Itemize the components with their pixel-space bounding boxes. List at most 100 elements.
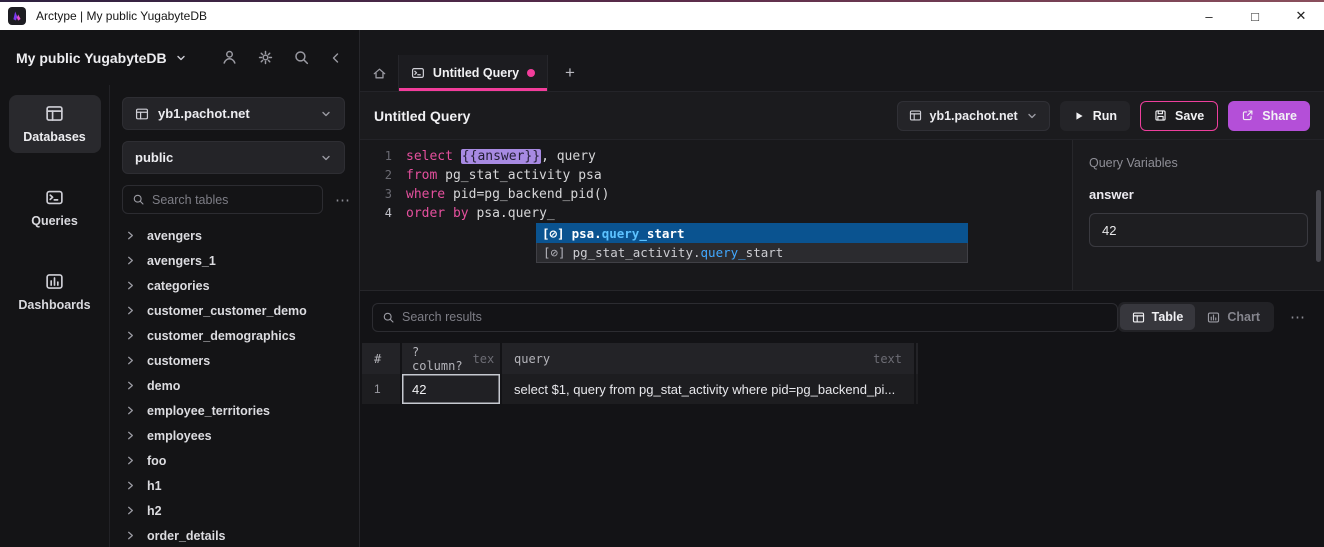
sql-editor[interactable]: 1 select {{answer}}, query 2 from pg_sta… xyxy=(360,140,1072,290)
table-list-item[interactable]: foo xyxy=(122,448,345,473)
table-list-item[interactable]: avengers xyxy=(122,223,345,248)
column-name: query xyxy=(514,352,550,366)
tables-more-button[interactable]: ⋯ xyxy=(333,191,353,209)
row-number-header[interactable]: # xyxy=(362,343,402,374)
line-code: select {{answer}}, query xyxy=(406,147,596,166)
table-list-item[interactable]: customers xyxy=(122,348,345,373)
chevron-right-icon xyxy=(125,455,136,466)
table-name: avengers xyxy=(147,229,202,243)
databases-icon xyxy=(45,104,64,123)
table-list-item[interactable]: categories xyxy=(122,273,345,298)
workspace-name[interactable]: My public YugabyteDB xyxy=(16,50,167,66)
table-name: order_details xyxy=(147,529,226,543)
table-list-item[interactable]: h1 xyxy=(122,473,345,498)
maximize-button[interactable]: □ xyxy=(1232,2,1278,30)
main-section: Untitled Query + Untitled Query yb1.pach… xyxy=(360,30,1324,547)
chevron-right-icon xyxy=(125,405,136,416)
queries-icon xyxy=(45,188,64,207)
minimize-button[interactable]: – xyxy=(1186,2,1232,30)
chevron-right-icon xyxy=(125,280,136,291)
table-list-item[interactable]: h2 xyxy=(122,498,345,523)
chevron-right-icon xyxy=(125,430,136,441)
query-server-select[interactable]: yb1.pachot.net xyxy=(897,101,1050,131)
variable-value-input[interactable] xyxy=(1089,213,1308,247)
arctype-logo-icon xyxy=(8,7,26,25)
editor-line[interactable]: 3 where pid=pg_backend_pid() xyxy=(360,185,1072,204)
search-icon xyxy=(382,311,395,324)
left-body: Databases Queries Dashboards yb1.pachot. xyxy=(0,85,359,547)
row-number: 1 xyxy=(362,374,402,404)
chevron-right-icon xyxy=(125,330,136,341)
share-button[interactable]: Share xyxy=(1228,101,1310,131)
dashboards-icon xyxy=(45,272,64,291)
close-button[interactable]: ✕ xyxy=(1278,2,1324,30)
chevron-right-icon xyxy=(125,480,136,491)
column-type: text xyxy=(873,352,902,366)
sidebar-item-queries[interactable]: Queries xyxy=(9,179,101,237)
editor-line[interactable]: 1 select {{answer}}, query xyxy=(360,147,1072,166)
save-icon xyxy=(1154,109,1167,122)
query-tab-icon xyxy=(411,66,425,80)
home-icon xyxy=(372,66,387,81)
table-list-item[interactable]: customer_customer_demo xyxy=(122,298,345,323)
collapse-sidebar-icon[interactable] xyxy=(329,51,343,65)
search-results-input[interactable] xyxy=(402,310,1108,324)
table-view-button[interactable]: Table xyxy=(1120,304,1196,330)
sidebar-item-databases[interactable]: Databases xyxy=(9,95,101,153)
server-select[interactable]: yb1.pachot.net xyxy=(122,97,345,130)
sidebar-item-label: Databases xyxy=(23,130,86,144)
search-icon[interactable] xyxy=(293,49,310,66)
chevron-down-icon xyxy=(320,152,332,164)
tab-label: Untitled Query xyxy=(433,66,519,80)
tab-untitled-query[interactable]: Untitled Query xyxy=(398,55,548,91)
table-list-item[interactable]: employees xyxy=(122,423,345,448)
editor-line[interactable]: 2 from pg_stat_activity psa xyxy=(360,166,1072,185)
query-title[interactable]: Untitled Query xyxy=(374,108,470,124)
sidebar-item-dashboards[interactable]: Dashboards xyxy=(9,263,101,321)
chart-view-button[interactable]: Chart xyxy=(1195,304,1272,330)
table-name: categories xyxy=(147,279,210,293)
sidebar-item-label: Queries xyxy=(31,214,78,228)
line-code: order by psa.query_ xyxy=(406,204,555,223)
results-more-button[interactable]: ⋯ xyxy=(1288,308,1308,326)
table-name: h1 xyxy=(147,479,162,493)
table-list-item[interactable]: order_details xyxy=(122,523,345,547)
table-row: 1 42 select $1, query from pg_stat_activ… xyxy=(362,374,918,404)
editor-line[interactable]: 4 order by psa.query_ xyxy=(360,204,1072,223)
table-grid-icon xyxy=(909,109,922,122)
scrollbar-thumb[interactable] xyxy=(1316,190,1321,262)
table-list-item[interactable]: demo xyxy=(122,373,345,398)
autocomplete-item[interactable]: [⊘] psa.query_start xyxy=(536,223,968,243)
autocomplete-item[interactable]: [⊘] pg_stat_activity.query_start xyxy=(536,243,968,263)
table-list-item[interactable]: avengers_1 xyxy=(122,248,345,273)
line-number: 4 xyxy=(368,204,392,223)
chevron-right-icon xyxy=(125,530,136,541)
selected-cell[interactable]: 42 xyxy=(402,374,502,404)
new-tab-button[interactable]: + xyxy=(548,55,592,91)
table-list-item[interactable]: employee_territories xyxy=(122,398,345,423)
column-header[interactable]: query text xyxy=(502,343,916,374)
search-tables-input[interactable] xyxy=(152,193,313,207)
variables-title: Query Variables xyxy=(1089,156,1308,170)
schema-select[interactable]: public xyxy=(122,141,345,174)
search-tables-box xyxy=(122,185,323,214)
tab-bar: Untitled Query + xyxy=(360,30,1324,92)
line-number: 3 xyxy=(368,185,392,204)
user-icon[interactable] xyxy=(221,49,238,66)
save-button[interactable]: Save xyxy=(1140,101,1218,131)
tab-home[interactable] xyxy=(360,55,398,91)
run-button[interactable]: Run xyxy=(1060,101,1130,131)
chevron-down-icon[interactable] xyxy=(175,52,187,64)
query-cell[interactable]: select $1, query from pg_stat_activity w… xyxy=(502,374,916,404)
line-code: from pg_stat_activity psa xyxy=(406,166,602,185)
gear-icon[interactable] xyxy=(257,49,274,66)
nav-rail: Databases Queries Dashboards xyxy=(0,85,110,547)
column-header[interactable]: ?column? tex xyxy=(402,343,502,374)
editor-row: 1 select {{answer}}, query 2 from pg_sta… xyxy=(360,140,1324,290)
column-suggestion-icon: [⊘] xyxy=(542,226,565,241)
table-list-item[interactable]: customer_demographics xyxy=(122,323,345,348)
chart-icon xyxy=(1207,311,1220,324)
window-title: Arctype | My public YugabyteDB xyxy=(36,9,207,23)
app-body: My public YugabyteDB Databases xyxy=(0,30,1324,547)
play-icon xyxy=(1073,110,1085,122)
